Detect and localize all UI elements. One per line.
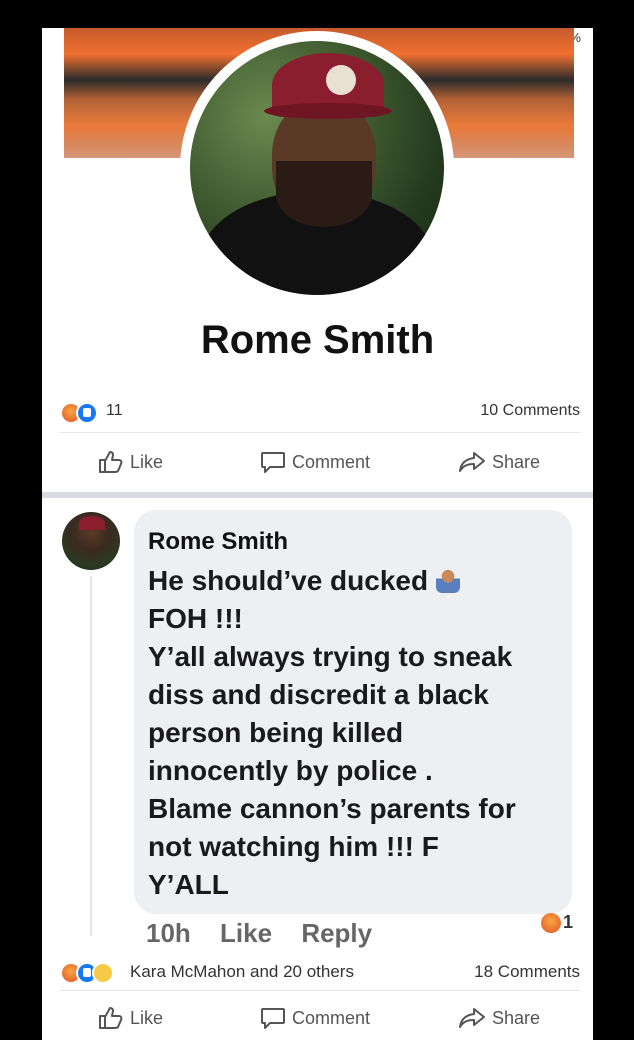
commenter-name[interactable]: Rome Smith — [148, 528, 288, 556]
comment-bubble-icon — [261, 452, 285, 473]
comment-line: Y’all always trying to sneak — [148, 641, 513, 672]
post-footer-actions: Like Comment Share — [60, 996, 580, 1036]
like-label: Like — [130, 451, 164, 472]
post-reactions-summary[interactable]: 11 10 Comments — [60, 400, 580, 424]
comment-label: Comment — [292, 1007, 371, 1028]
post-footer-reactions[interactable]: Kara McMahon and 20 others 18 Comments — [60, 960, 580, 984]
comment-line: person being killed — [148, 717, 404, 748]
share-label: Share — [492, 1007, 541, 1028]
comment-line: Blame cannon’s parents for — [148, 793, 516, 824]
shrug-emoji-icon — [436, 569, 461, 593]
comments-count[interactable]: 10 Comments — [480, 402, 580, 420]
comment-line: diss and discredit a black — [148, 679, 489, 710]
share-button[interactable]: Share — [458, 450, 540, 474]
profile-name[interactable]: Rome Smith — [42, 318, 593, 363]
comment-line: FOH !!! — [148, 603, 243, 634]
comment-line: He should’ve ducked — [148, 562, 563, 600]
comment-line: Y’ALL — [148, 869, 229, 900]
like-label: Like — [130, 1007, 164, 1028]
comment-reaction-badge[interactable]: 1 — [540, 912, 573, 933]
profile-photo-cap-brim — [264, 103, 392, 119]
comment-avatar[interactable] — [62, 512, 120, 570]
share-arrow-icon — [459, 452, 485, 472]
comment-line: not watching him !!! F — [148, 831, 439, 862]
section-divider — [42, 492, 593, 498]
comment-time: 10h — [146, 918, 191, 948]
comment-line: innocently by police . — [148, 755, 433, 786]
thumbs-up-icon — [99, 451, 123, 473]
comments-count[interactable]: 18 Comments — [474, 962, 580, 982]
like-reaction-icon — [76, 402, 98, 424]
reaction-count: 11 — [106, 402, 123, 419]
comment-button[interactable]: Comment — [260, 1006, 370, 1030]
like-button[interactable]: Like — [98, 450, 163, 474]
share-label: Share — [492, 451, 541, 472]
comment-bubble-icon — [261, 1008, 285, 1029]
divider — [60, 990, 580, 991]
divider — [60, 432, 580, 433]
share-arrow-icon — [459, 1008, 485, 1028]
avatar-cap — [79, 516, 105, 530]
comment-like-link[interactable]: Like — [220, 918, 272, 948]
reactions-names: Kara McMahon and 20 others — [130, 962, 354, 981]
comment-button[interactable]: Comment — [260, 450, 370, 474]
cap-logo — [326, 65, 356, 95]
comment-bubble[interactable]: Rome Smith He should’ve ducked FOH !!! Y… — [134, 510, 572, 914]
comment-label: Comment — [292, 451, 371, 472]
comment-meta: 10h Like Reply — [146, 918, 394, 949]
comment-reaction-count: 1 — [562, 912, 573, 932]
like-button[interactable]: Like — [98, 1006, 163, 1030]
wow-reaction-icon — [92, 962, 114, 984]
profile-photo — [190, 41, 444, 295]
thread-line — [90, 576, 92, 936]
profile-photo-beard — [276, 161, 372, 227]
comment-text: He should’ve ducked FOH !!! Y’all always… — [148, 562, 563, 904]
phone-screen: 8% Rome Smith 11 10 Comments Like — [42, 28, 593, 1040]
thumbs-up-icon — [99, 1007, 123, 1029]
comment-reply-link[interactable]: Reply — [301, 918, 372, 948]
post-actions: Like Comment Share — [60, 442, 580, 482]
share-button[interactable]: Share — [458, 1006, 540, 1030]
angry-reaction-icon — [540, 912, 561, 933]
profile-picture[interactable] — [180, 31, 454, 305]
